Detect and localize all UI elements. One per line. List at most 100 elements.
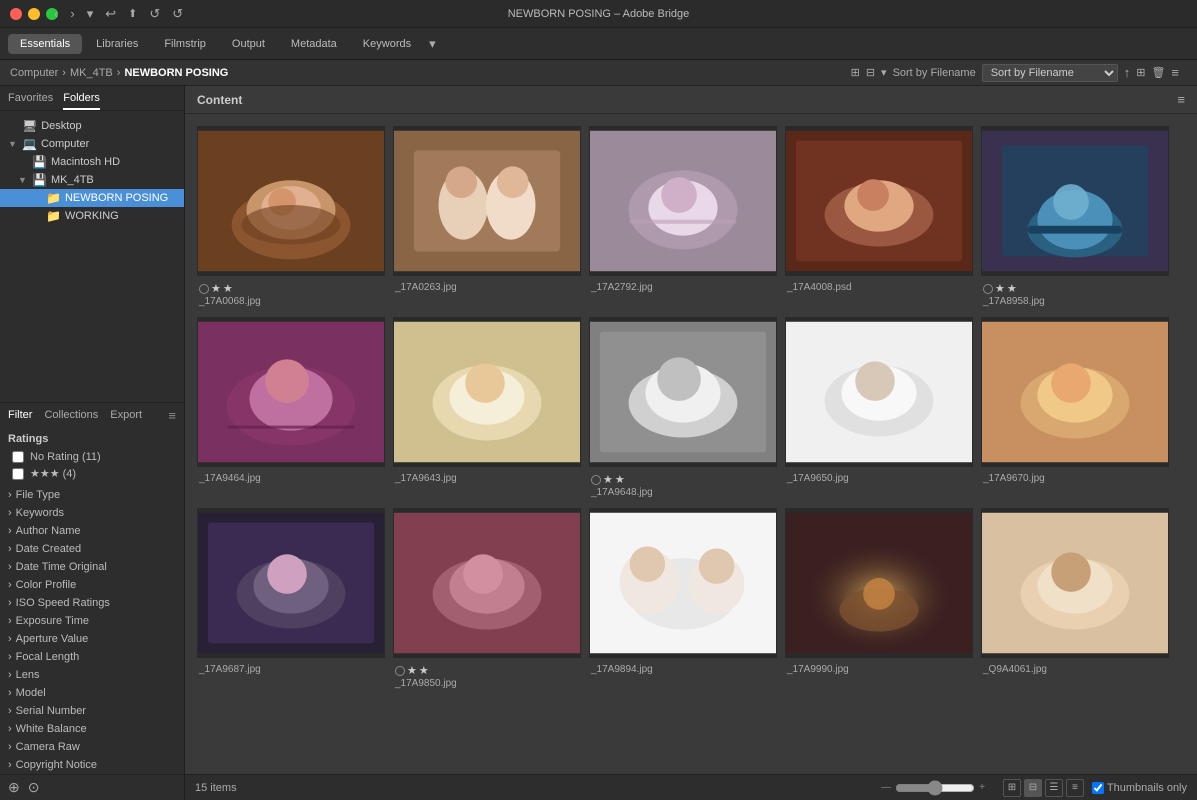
thumbnail-item[interactable]: _17A9464.jpg xyxy=(193,313,389,504)
thumbnail-info: _17A0263.jpg xyxy=(393,280,581,295)
breadcrumb-computer[interactable]: Computer xyxy=(10,67,58,79)
filter-lens-label: Lens xyxy=(16,669,40,681)
thumbnail-filename: _17A9990.jpg xyxy=(787,664,971,675)
thumbnail-info: _17A4008.psd xyxy=(785,280,973,295)
content-menu-button[interactable]: ≡ xyxy=(1177,92,1185,107)
thumbnails-only-checkbox[interactable] xyxy=(1092,782,1104,794)
tree-item-mk4tb[interactable]: ▼ 💾 MK_4TB xyxy=(0,171,184,189)
filter-item-3star[interactable]: ★★★ (4) xyxy=(8,465,176,482)
filter-aperture[interactable]: › Aperture Value xyxy=(0,630,184,648)
tree-item-working[interactable]: 📁 WORKING xyxy=(0,207,184,225)
thumbnail-filename: _17A8958.jpg xyxy=(983,296,1167,307)
tab-keywords[interactable]: Keywords xyxy=(351,34,423,54)
nav-forward-button[interactable]: › xyxy=(66,4,78,23)
filter-camera-raw[interactable]: › Camera Raw xyxy=(0,738,184,756)
filter-checkbox-3star[interactable] xyxy=(12,468,24,480)
filter-author-name[interactable]: › Author Name xyxy=(0,522,184,540)
filter-datetime-original[interactable]: › Date Time Original xyxy=(0,558,184,576)
filter-exposure[interactable]: › Exposure Time xyxy=(0,612,184,630)
view-toggle-button[interactable]: ⊞ xyxy=(1136,66,1145,79)
nav-refresh-button[interactable]: ↺ xyxy=(145,4,164,24)
filter-serial[interactable]: › Serial Number xyxy=(0,702,184,720)
menubar-more-icon[interactable]: ▾ xyxy=(429,36,436,52)
thumbnail-info: ★★_17A9648.jpg xyxy=(589,471,777,500)
tree-item-newborn-posing[interactable]: 📁 NEWBORN POSING xyxy=(0,189,184,207)
thumbnail-item[interactable]: _17A4008.psd xyxy=(781,122,977,313)
filter-model[interactable]: › Model xyxy=(0,684,184,702)
filter-white-balance[interactable]: › White Balance xyxy=(0,720,184,738)
tab-favorites[interactable]: Favorites xyxy=(8,92,53,110)
close-button[interactable] xyxy=(10,8,22,20)
view-detail-icon[interactable]: ⊟ xyxy=(1024,779,1042,797)
filter-keywords[interactable]: › Keywords xyxy=(0,504,184,522)
thumbnail-item[interactable]: ★★_17A9648.jpg xyxy=(585,313,781,504)
thumbnail-image-wrap xyxy=(393,508,581,658)
breadcrumb-current[interactable]: NEWBORN POSING xyxy=(124,67,228,79)
view-icons: ⊞ ⊟ ☰ ≡ xyxy=(1003,779,1084,797)
filter-lens[interactable]: › Lens xyxy=(0,666,184,684)
thumbnail-info: _17A9650.jpg xyxy=(785,471,973,486)
thumbnail-item[interactable]: _Q9A4061.jpg xyxy=(977,504,1173,695)
thumbnail-item[interactable]: ★★_17A0068.jpg xyxy=(193,122,389,313)
tab-output[interactable]: Output xyxy=(220,34,277,54)
filter-checkbox-no-rating[interactable] xyxy=(12,451,24,463)
nav-history-button[interactable]: ▾ xyxy=(83,4,98,24)
thumbnail-item[interactable]: _17A9687.jpg xyxy=(193,504,389,695)
filter-color-profile[interactable]: › Color Profile xyxy=(0,576,184,594)
settings-button[interactable]: ⊙ xyxy=(28,779,40,796)
nav-extra-button[interactable]: ↺ xyxy=(168,4,187,24)
more-options-button[interactable]: ≡ xyxy=(1171,65,1179,80)
filter-copyright[interactable]: › Copyright Notice xyxy=(0,756,184,774)
tab-essentials[interactable]: Essentials xyxy=(8,34,82,54)
delete-button[interactable]: 🗑 xyxy=(1151,66,1165,79)
tab-filmstrip[interactable]: Filmstrip xyxy=(152,34,218,54)
breadcrumb-mk4tb[interactable]: MK_4TB xyxy=(70,67,113,79)
nav-up-button[interactable]: ⬆ xyxy=(124,5,141,22)
thumbnail-item[interactable]: _17A9670.jpg xyxy=(977,313,1173,504)
tree-item-desktop[interactable]: 🖥 Desktop xyxy=(0,117,184,135)
sort-select[interactable]: Sort by Filename Sort by Date Created So… xyxy=(982,64,1118,82)
sort-options-button[interactable]: ▾ xyxy=(881,66,887,79)
thumbnail-item[interactable]: _17A9990.jpg xyxy=(781,504,977,695)
filter-model-label: Model xyxy=(16,687,46,699)
filter-tab-export[interactable]: Export xyxy=(110,407,142,423)
chevron-right-icon: › xyxy=(8,651,12,663)
nav-back-button[interactable]: ‹ xyxy=(50,4,62,23)
thumbnail-item[interactable]: _17A0263.jpg xyxy=(389,122,585,313)
thumbnail-rating: ★★ xyxy=(395,664,579,677)
filter-date-created[interactable]: › Date Created xyxy=(0,540,184,558)
thumbnail-image-wrap xyxy=(197,126,385,276)
rating-star-icon: ★ xyxy=(223,282,233,295)
thumbnail-info: _17A9670.jpg xyxy=(981,471,1169,486)
filter-item-no-rating[interactable]: No Rating (11) xyxy=(8,449,176,465)
thumbnail-item[interactable]: ★★_17A8958.jpg xyxy=(977,122,1173,313)
filter-filetype[interactable]: › File Type xyxy=(0,486,184,504)
thumbnails-only-label: Thumbnails only xyxy=(1092,782,1187,794)
thumbnail-item[interactable]: _17A9643.jpg xyxy=(389,313,585,504)
zoom-slider[interactable] xyxy=(895,780,975,796)
sort-direction-button[interactable]: ↑ xyxy=(1124,65,1131,80)
filter-focal-length[interactable]: › Focal Length xyxy=(0,648,184,666)
filter-menu-icon[interactable]: ≡ xyxy=(168,408,176,423)
sort-icon-button[interactable]: ⊞ xyxy=(851,66,860,79)
nav-boomerang-button[interactable]: ↩ xyxy=(101,4,120,24)
minimize-button[interactable] xyxy=(28,8,40,20)
view-lines-icon[interactable]: ≡ xyxy=(1066,779,1084,797)
add-favorite-button[interactable]: ⊕ xyxy=(8,779,20,796)
view-grid-icon[interactable]: ⊞ xyxy=(1003,779,1021,797)
thumbnail-item[interactable]: _17A9894.jpg xyxy=(585,504,781,695)
tab-libraries[interactable]: Libraries xyxy=(84,34,150,54)
tab-metadata[interactable]: Metadata xyxy=(279,34,349,54)
thumbnail-item[interactable]: _17A2792.jpg xyxy=(585,122,781,313)
filter-tab-filter[interactable]: Filter xyxy=(8,407,32,423)
thumbnail-item[interactable]: _17A9650.jpg xyxy=(781,313,977,504)
sort-filter-button[interactable]: ⊟ xyxy=(866,66,875,79)
filter-iso[interactable]: › ISO Speed Ratings xyxy=(0,594,184,612)
filter-tab-collections[interactable]: Collections xyxy=(44,407,98,423)
tree-item-computer[interactable]: ▼ 💻 Computer xyxy=(0,135,184,153)
view-list-icon[interactable]: ☰ xyxy=(1045,779,1063,797)
tree-arrow-mk4tb: ▼ xyxy=(18,175,28,185)
tree-item-macintosh[interactable]: 💾 Macintosh HD xyxy=(0,153,184,171)
thumbnail-item[interactable]: ★★_17A9850.jpg xyxy=(389,504,585,695)
tab-folders[interactable]: Folders xyxy=(63,92,100,110)
